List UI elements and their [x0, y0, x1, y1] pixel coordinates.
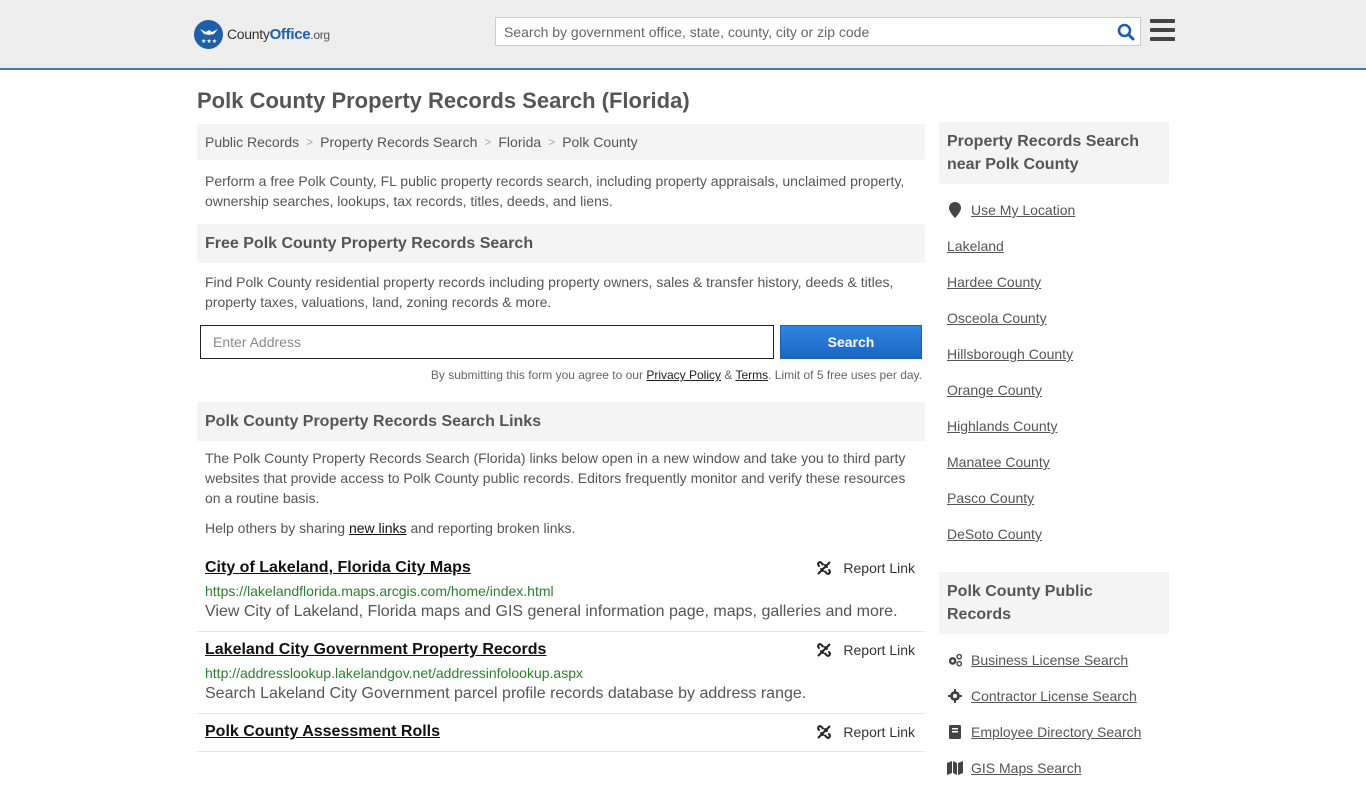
link-list: City of Lakeland, Florida City Maps Repo… [197, 550, 925, 752]
public-records-heading: Polk County Public Records [939, 572, 1169, 634]
search-button[interactable]: Search [780, 325, 922, 359]
breadcrumb-polk-county[interactable]: Polk County [562, 134, 637, 150]
broken-link-icon [817, 561, 832, 575]
address-input[interactable] [200, 325, 774, 359]
link-item: Polk County Assessment Rolls Report Link [197, 714, 925, 752]
link-item: City of Lakeland, Florida City Maps Repo… [197, 550, 925, 632]
logo-text-office: Office [269, 26, 311, 43]
public-records-list: Business License Search Contractor Licen… [939, 642, 1169, 786]
site-logo[interactable]: ★★★ CountyOffice.org [194, 20, 330, 49]
nearby-link-highlands-county[interactable]: Highlands County [947, 418, 1058, 434]
gears-icon [947, 653, 963, 667]
logo-eagle-icon: ★★★ [194, 20, 223, 49]
map-icon [947, 761, 963, 775]
search-icon[interactable] [1112, 18, 1140, 46]
hamburger-menu-icon[interactable] [1150, 19, 1175, 41]
nearby-link-orange-county[interactable]: Orange County [947, 382, 1042, 398]
breadcrumb-separator: > [484, 135, 492, 149]
breadcrumb-property-records-search[interactable]: Property Records Search [320, 134, 477, 150]
report-link-label: Report Link [843, 642, 915, 658]
links-heading: Polk County Property Records Search Link… [197, 402, 925, 441]
gear-icon [947, 689, 963, 703]
nearby-link-hardee-county[interactable]: Hardee County [947, 274, 1041, 290]
breadcrumb: Public Records > Property Records Search… [197, 124, 925, 160]
link-title[interactable]: City of Lakeland, Florida City Maps [205, 559, 471, 577]
nearby-heading: Property Records Search near Polk County [939, 122, 1169, 184]
nearby-link-lakeland[interactable]: Lakeland [947, 238, 1004, 254]
new-links-link[interactable]: new links [349, 520, 407, 536]
nearby-item: Osceola County [947, 300, 1161, 336]
links-description: The Polk County Property Records Search … [205, 450, 906, 506]
terms-link[interactable]: Terms [735, 368, 768, 382]
nearby-link-hillsborough-county[interactable]: Hillsborough County [947, 346, 1073, 362]
nearby-item: Pasco County [947, 480, 1161, 516]
nearby-link-manatee-county[interactable]: Manatee County [947, 454, 1050, 470]
free-search-heading: Free Polk County Property Records Search [197, 224, 925, 263]
disclaimer-text: By submitting this form you agree to our [430, 368, 647, 382]
broken-link-icon [817, 643, 832, 657]
report-link-label: Report Link [843, 560, 915, 576]
nearby-item: Orange County [947, 372, 1161, 408]
help-suffix: and reporting broken links. [406, 520, 576, 536]
nearby-item: Highlands County [947, 408, 1161, 444]
nearby-list: Use My Location Lakeland Hardee County O… [939, 192, 1169, 552]
help-text: Help others by sharing new links and rep… [197, 518, 925, 538]
employee-directory-search-link[interactable]: Employee Directory Search [971, 724, 1141, 740]
nearby-link-pasco-county[interactable]: Pasco County [947, 490, 1034, 506]
link-description: View City of Lakeland, Florida maps and … [205, 603, 898, 620]
logo-text-county: County [227, 26, 270, 42]
public-records-item: GIS Maps Search [947, 750, 1161, 786]
free-search-description: Find Polk County residential property re… [205, 274, 894, 310]
gis-maps-search-link[interactable]: GIS Maps Search [971, 760, 1082, 776]
form-disclaimer: By submitting this form you agree to our… [197, 368, 925, 382]
public-records-item: Business License Search [947, 642, 1161, 678]
contractor-license-search-link[interactable]: Contractor License Search [971, 688, 1137, 704]
address-search-form: Search [200, 325, 925, 359]
business-license-search-link[interactable]: Business License Search [971, 652, 1128, 668]
disclaimer-limit-text: . Limit of 5 free uses per day. [768, 368, 922, 382]
breadcrumb-separator: > [306, 135, 314, 149]
site-search-input[interactable] [496, 23, 1112, 40]
report-link-label: Report Link [843, 724, 915, 740]
breadcrumb-public-records[interactable]: Public Records [205, 134, 299, 150]
nearby-item: Manatee County [947, 444, 1161, 480]
public-records-item: Employee Directory Search [947, 714, 1161, 750]
breadcrumb-florida[interactable]: Florida [498, 134, 541, 150]
nearby-link-desoto-county[interactable]: DeSoto County [947, 526, 1042, 542]
logo-text-org: .org [310, 28, 330, 42]
nearby-item: Hillsborough County [947, 336, 1161, 372]
use-my-location-item: Use My Location [947, 192, 1161, 228]
breadcrumb-separator: > [548, 135, 556, 149]
site-search [495, 17, 1141, 46]
book-icon [947, 725, 963, 739]
link-title[interactable]: Polk County Assessment Rolls [205, 723, 440, 741]
privacy-policy-link[interactable]: Privacy Policy [646, 368, 721, 382]
link-url[interactable]: http://addresslookup.lakelandgov.net/add… [205, 665, 917, 681]
disclaimer-amp: & [721, 368, 736, 382]
report-link-button[interactable]: Report Link [816, 724, 915, 740]
link-url[interactable]: https://lakelandflorida.maps.arcgis.com/… [205, 583, 917, 599]
top-bar: ★★★ CountyOffice.org [0, 0, 1366, 70]
link-title[interactable]: Lakeland City Government Property Record… [205, 641, 546, 659]
nearby-item: Lakeland [947, 228, 1161, 264]
help-prefix: Help others by sharing [205, 520, 349, 536]
page-title: Polk County Property Records Search (Flo… [197, 88, 690, 113]
use-my-location-link[interactable]: Use My Location [971, 202, 1075, 218]
sidebar: Property Records Search near Polk County… [939, 122, 1169, 786]
report-link-button[interactable]: Report Link [816, 642, 915, 658]
link-item: Lakeland City Government Property Record… [197, 632, 925, 714]
svg-text:★★★: ★★★ [201, 38, 217, 45]
main-content: Public Records > Property Records Search… [197, 124, 925, 752]
report-link-button[interactable]: Report Link [816, 560, 915, 576]
link-description: Search Lakeland City Government parcel p… [205, 685, 807, 702]
map-marker-icon [947, 202, 963, 218]
nearby-link-osceola-county[interactable]: Osceola County [947, 310, 1047, 326]
public-records-item: Contractor License Search [947, 678, 1161, 714]
nearby-item: DeSoto County [947, 516, 1161, 552]
broken-link-icon [817, 725, 832, 739]
intro-text: Perform a free Polk County, FL public pr… [205, 173, 905, 209]
nearby-item: Hardee County [947, 264, 1161, 300]
